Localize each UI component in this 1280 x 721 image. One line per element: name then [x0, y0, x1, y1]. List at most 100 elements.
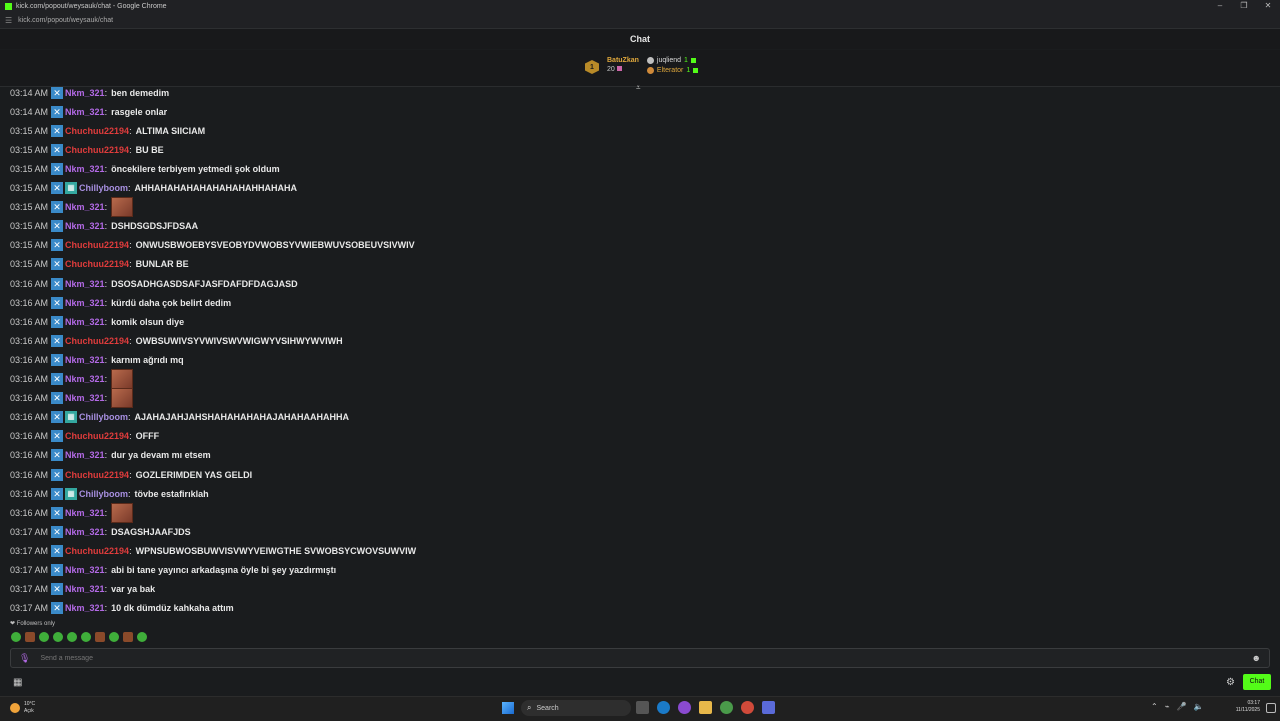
- moderator-badge-icon: ✕: [51, 143, 64, 156]
- gear-icon[interactable]: ⚙: [1226, 677, 1235, 688]
- notification-icon[interactable]: [1266, 703, 1276, 713]
- message-username[interactable]: Nkm_321: [65, 107, 105, 117]
- emote-slot-4[interactable]: [53, 632, 63, 642]
- moderator-badge-icon: ✕: [51, 411, 64, 424]
- message-username[interactable]: Chillyboom: [79, 183, 128, 193]
- file-explorer-icon[interactable]: [699, 701, 712, 714]
- emote-slot-3[interactable]: [39, 632, 49, 642]
- taskbar-clock[interactable]: 03:17 11/11/2025: [1228, 700, 1260, 714]
- message-timestamp: 03:16 AM: [10, 412, 49, 423]
- leaderboard-second-count: 1: [684, 57, 688, 64]
- message-username[interactable]: Chuchuu22194: [65, 259, 129, 269]
- kick-favicon-icon: [5, 2, 12, 10]
- message-username[interactable]: Nkm_321: [65, 450, 105, 460]
- message-username[interactable]: Nkm_321: [65, 584, 105, 594]
- message-username[interactable]: Nkm_321: [65, 317, 105, 327]
- gift-leaderboard: 1 BatuZkan 20 juqliend 1 Elterator 1: [0, 50, 1280, 87]
- chat-message: 03:17 AM ✕ Nkm_321: var ya bak: [10, 581, 155, 598]
- message-username[interactable]: Nkm_321: [65, 221, 105, 231]
- browser-icon[interactable]: [741, 701, 754, 714]
- message-username[interactable]: Nkm_321: [65, 355, 105, 365]
- chat-message: 03:16 AM ✕ ▦ Chillyboom: tövbe estafirıklah: [10, 485, 209, 502]
- close-button[interactable]: ✕: [1256, 0, 1280, 12]
- message-timestamp: 03:16 AM: [10, 297, 49, 308]
- emote-slot-7[interactable]: [95, 632, 105, 642]
- emote-slot-5[interactable]: [67, 632, 77, 642]
- message-timestamp: 03:16 AM: [10, 354, 49, 365]
- message-input[interactable]: [38, 653, 1252, 663]
- message-username[interactable]: Chuchuu22194: [65, 470, 129, 480]
- message-text: OFFF: [135, 431, 160, 442]
- emote-slot-1[interactable]: [11, 632, 21, 642]
- mic-icon[interactable]: 🎙: [19, 653, 30, 664]
- emote-slot-8[interactable]: [109, 632, 119, 642]
- microphone-icon[interactable]: 🎤: [1177, 702, 1187, 711]
- leaderboard-third[interactable]: Elterator 1: [646, 67, 699, 74]
- message-username[interactable]: Nkm_321: [65, 603, 105, 613]
- message-username[interactable]: Nkm_321: [65, 298, 105, 308]
- message-username[interactable]: Nkm_321: [65, 202, 105, 212]
- send-chat-button[interactable]: Chat: [1243, 674, 1271, 690]
- message-timestamp: 03:15 AM: [10, 202, 49, 213]
- discord-icon[interactable]: [762, 701, 775, 714]
- emote-slot-6[interactable]: [81, 632, 91, 642]
- subscriber-badge-icon: ▦: [65, 182, 78, 194]
- calendar-icon[interactable]: ▦: [13, 677, 22, 688]
- emoji-picker-icon[interactable]: ☻: [1252, 653, 1261, 663]
- chrome-icon[interactable]: [720, 701, 733, 714]
- tray-overflow-icon[interactable]: ⌃: [1151, 702, 1158, 711]
- message-username[interactable]: Nkm_321: [65, 88, 105, 98]
- message-text: tövbe estafirıklah: [134, 488, 209, 499]
- volume-icon[interactable]: 🔈: [1194, 702, 1204, 711]
- restore-button[interactable]: ❐: [1232, 0, 1256, 12]
- message-username[interactable]: Nkm_321: [65, 279, 105, 289]
- message-timestamp: 03:17 AM: [10, 603, 49, 614]
- message-timestamp: 03:15 AM: [10, 183, 49, 193]
- network-icon[interactable]: ⌁: [1165, 702, 1170, 711]
- emote-slot-10[interactable]: [137, 632, 147, 642]
- message-username[interactable]: Chuchuu22194: [65, 145, 129, 155]
- task-view-icon[interactable]: [636, 701, 649, 714]
- chat-message: 03:16 AM ✕ Nkm_321:: [10, 388, 134, 409]
- message-username[interactable]: Nkm_321: [65, 164, 105, 174]
- url-field[interactable]: kick.com/popout/weysauk/chat: [18, 17, 113, 24]
- chat-message: 03:16 AM ✕ Nkm_321:: [10, 369, 134, 389]
- message-username[interactable]: Chuchuu22194: [65, 336, 129, 346]
- message-separator: :: [129, 144, 132, 155]
- weather-widget[interactable]: 10°C Açık: [10, 701, 35, 715]
- emote-slot-2[interactable]: [25, 632, 35, 642]
- site-info-icon[interactable]: ☰: [5, 16, 12, 25]
- leaderboard-first[interactable]: BatuZkan 20: [607, 57, 639, 74]
- message-separator: :: [129, 469, 132, 480]
- chat-header: Chat: [0, 29, 1280, 49]
- edge-icon[interactable]: [657, 701, 670, 714]
- message-username[interactable]: Nkm_321: [65, 393, 105, 403]
- gift-icon: [693, 68, 699, 73]
- minimize-button[interactable]: –: [1208, 0, 1232, 12]
- emote-slot-9[interactable]: [123, 632, 133, 642]
- subscriber-badge-icon: ▦: [65, 487, 78, 500]
- message-username[interactable]: Chillyboom: [79, 489, 128, 499]
- emote-image-icon: [111, 388, 134, 409]
- message-username[interactable]: Chuchuu22194: [65, 546, 129, 556]
- leaderboard-first-count: 20: [607, 66, 639, 73]
- taskbar-search[interactable]: ⌕ Search: [521, 700, 631, 716]
- message-username[interactable]: Chillyboom: [79, 412, 128, 422]
- windows-start-icon[interactable]: [502, 702, 514, 714]
- message-username[interactable]: Nkm_321: [65, 527, 105, 537]
- message-username[interactable]: Chuchuu22194: [65, 431, 129, 441]
- chat-message: 03:15 AM ✕ Chuchuu22194: BUNLAR BE: [10, 256, 189, 273]
- moderator-badge-icon: ✕: [51, 201, 64, 214]
- chat-message-list[interactable]: 03:14 AM ✕ Nkm_321: ben demedim 03:14 AM ✕ Nkm…: [0, 86, 1280, 616]
- message-separator: :: [104, 507, 108, 518]
- emote-image-icon: [111, 197, 134, 218]
- chat-message: 03:16 AM ✕ Nkm_321: DSOSADHGASDSAFJASFDAFDF…: [10, 275, 298, 292]
- message-username[interactable]: Chuchuu22194: [65, 240, 129, 250]
- message-username[interactable]: Nkm_321: [65, 508, 105, 518]
- copilot-icon[interactable]: [678, 701, 691, 714]
- message-username[interactable]: Chuchuu22194: [65, 126, 129, 136]
- clock-date: 11/11/2025: [1235, 707, 1260, 713]
- message-username[interactable]: Nkm_321: [65, 565, 105, 575]
- leaderboard-second[interactable]: juqliend 1: [646, 57, 698, 64]
- message-username[interactable]: Nkm_321: [65, 374, 105, 384]
